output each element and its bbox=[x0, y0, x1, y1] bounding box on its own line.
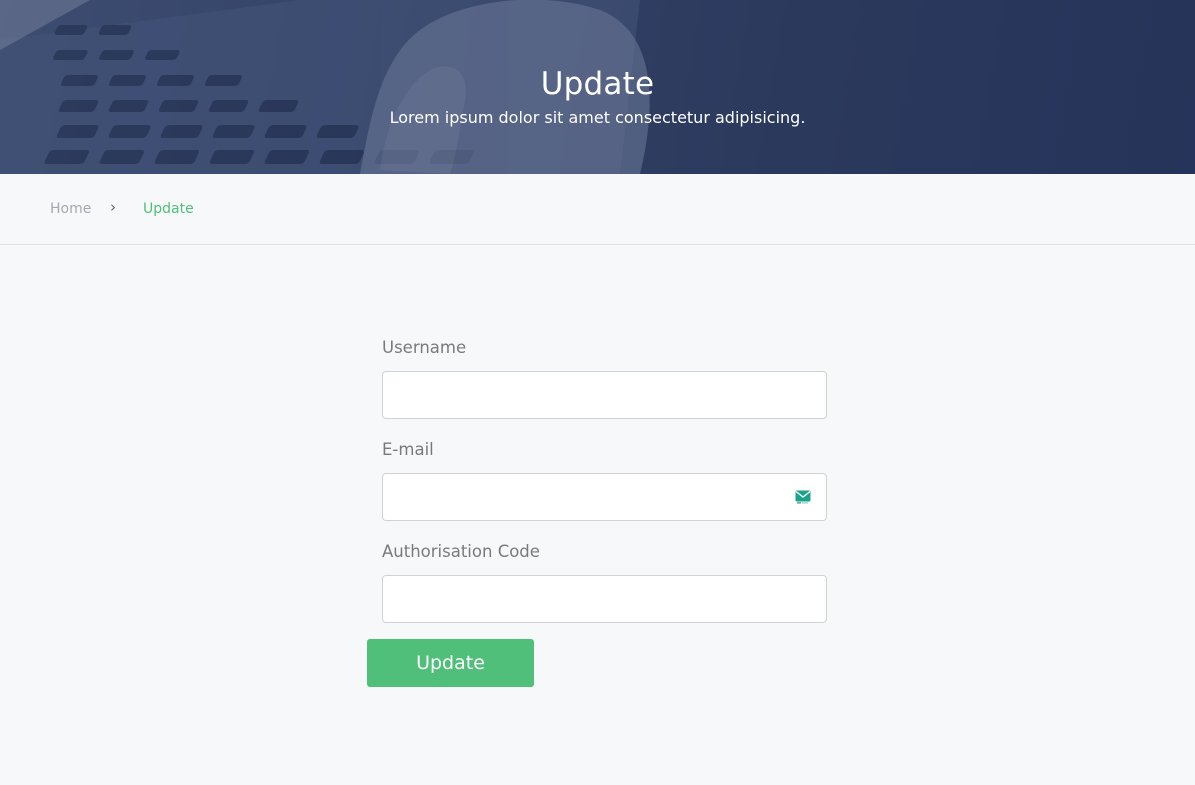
mail-icon[interactable] bbox=[795, 490, 811, 504]
email-input[interactable] bbox=[382, 473, 827, 521]
username-label: Username bbox=[382, 338, 467, 357]
breadcrumb: Home › Update bbox=[0, 174, 1195, 245]
page-title: Update bbox=[540, 66, 655, 102]
auth-code-label: Authorisation Code bbox=[382, 542, 540, 561]
breadcrumb-current: Update bbox=[143, 201, 194, 217]
username-input[interactable] bbox=[382, 371, 827, 419]
auth-code-input[interactable] bbox=[382, 575, 827, 623]
breadcrumb-home-link[interactable]: Home bbox=[50, 201, 91, 217]
hero-banner: Update Lorem ipsum dolor sit amet consec… bbox=[0, 0, 1195, 174]
email-label: E-mail bbox=[382, 440, 434, 459]
page-subtitle: Lorem ipsum dolor sit amet consectetur a… bbox=[389, 108, 806, 127]
breadcrumb-chevron-icon: › bbox=[110, 198, 116, 216]
update-button[interactable]: Update bbox=[367, 639, 534, 687]
